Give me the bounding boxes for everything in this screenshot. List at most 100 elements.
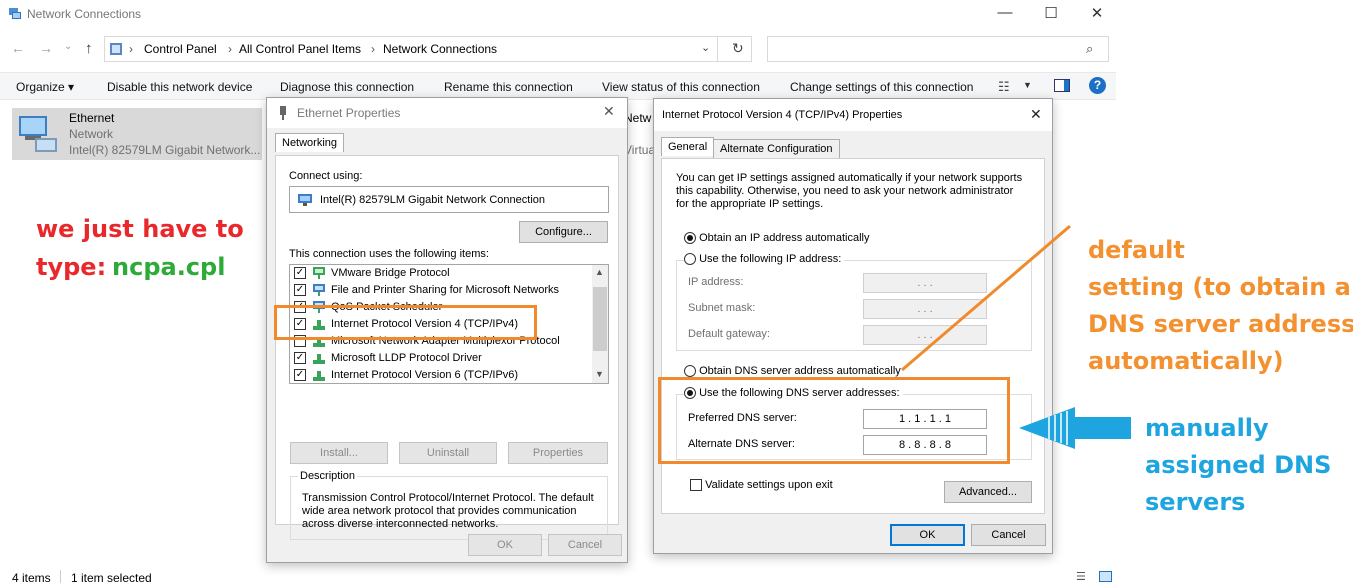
- change-view-icon[interactable]: ☷: [998, 79, 1010, 95]
- validate-settings-option[interactable]: Validate settings upon exit: [690, 479, 833, 492]
- status-selected: 1 item selected: [71, 571, 152, 583]
- view-dropdown-icon[interactable]: ▼: [1023, 80, 1032, 90]
- obtain-dns-auto-label: Obtain DNS server address automatically: [699, 365, 901, 377]
- help-icon[interactable]: ?: [1089, 77, 1106, 94]
- forward-arrow-icon[interactable]: →: [39, 40, 53, 56]
- disable-device-command[interactable]: Disable this network device: [107, 80, 252, 94]
- annotation-instruction-line1: we just have to: [36, 215, 244, 243]
- install-button[interactable]: Install...: [290, 442, 388, 464]
- adapter-name: Ethernet: [69, 111, 115, 125]
- radio-selected[interactable]: [684, 232, 696, 245]
- dialog-body: Networking Connect using: Intel(R) 82579…: [267, 128, 627, 562]
- breadcrumb-control-panel[interactable]: Control Panel: [144, 42, 217, 56]
- tab-general[interactable]: General: [661, 137, 715, 156]
- organize-menu[interactable]: Organize ▾: [16, 80, 74, 94]
- minimize-button[interactable]: —: [982, 4, 1028, 21]
- maximize-button[interactable]: ☐: [1028, 4, 1074, 22]
- up-arrow-icon[interactable]: ↑: [85, 40, 93, 57]
- description-text: Transmission Control Protocol/Internet P…: [302, 492, 594, 530]
- network-adapter-icon: [298, 194, 314, 206]
- ok-button[interactable]: OK: [468, 534, 542, 556]
- checkbox[interactable]: ✓: [294, 267, 306, 279]
- diagnose-command[interactable]: Diagnose this connection: [280, 80, 414, 94]
- annotation-instruction-line2: type:: [36, 253, 107, 281]
- ipv4-highlight-box: [274, 305, 537, 340]
- checkbox[interactable]: ✓: [294, 369, 306, 381]
- breadcrumb-separator-icon: ›: [129, 42, 133, 56]
- configure-button[interactable]: Configure...: [519, 221, 608, 243]
- command-bar: Organize ▾ Disable this network device D…: [0, 72, 1116, 100]
- connect-using-label: Connect using:: [289, 170, 363, 182]
- partial-adapter-device: Virtua: [624, 143, 656, 157]
- network-connections-icon: [8, 6, 22, 20]
- close-dialog-icon[interactable]: ✕: [603, 103, 615, 120]
- breadcrumb-all-items[interactable]: All Control Panel Items: [239, 42, 361, 56]
- status-item-count: 4 items: [12, 571, 51, 583]
- ethernet-adapter-tile[interactable]: Ethernet Network Intel(R) 82579LM Gigabi…: [12, 108, 262, 160]
- description-group: Description Transmission Control Protoco…: [290, 470, 608, 540]
- address-dropdown-chevron-icon[interactable]: ⌄: [701, 41, 710, 54]
- details-view-icon[interactable]: ☰: [1076, 570, 1086, 583]
- breadcrumb-separator-icon: ›: [228, 42, 232, 56]
- back-arrow-icon[interactable]: ←: [11, 40, 25, 56]
- recent-locations-chevron-icon[interactable]: ⌄: [64, 41, 72, 52]
- close-window-button[interactable]: ✕: [1074, 4, 1120, 22]
- breadcrumb-network-connections[interactable]: Network Connections: [383, 42, 497, 56]
- radio-unselected[interactable]: [684, 253, 696, 266]
- list-item[interactable]: ✓ Microsoft LLDP Protocol Driver: [290, 350, 590, 367]
- properties-button[interactable]: Properties: [508, 442, 608, 464]
- refresh-icon[interactable]: ↻: [732, 40, 744, 57]
- cancel-button[interactable]: Cancel: [971, 524, 1046, 546]
- partial-adapter-name: Netw: [624, 111, 652, 125]
- address-bar[interactable]: › Control Panel › All Control Panel Item…: [104, 36, 752, 62]
- dns-highlight-box: [658, 377, 1010, 464]
- list-scrollbar[interactable]: ▲ ▼: [592, 265, 608, 383]
- dialog-titlebar: Internet Protocol Version 4 (TCP/IPv4) P…: [654, 99, 1052, 131]
- subnet-mask-label: Subnet mask:: [688, 302, 756, 314]
- scroll-up-icon[interactable]: ▲: [595, 267, 604, 277]
- change-settings-command[interactable]: Change settings of this connection: [790, 80, 973, 94]
- radio-unselected[interactable]: [684, 365, 696, 378]
- dialog-title: Ethernet Properties: [297, 106, 401, 120]
- cancel-button[interactable]: Cancel: [548, 534, 622, 556]
- list-item[interactable]: ✓ VMware Bridge Protocol: [290, 265, 590, 282]
- default-gateway-label: Default gateway:: [688, 328, 770, 340]
- ok-button[interactable]: OK: [890, 524, 965, 546]
- close-dialog-icon[interactable]: ✕: [1030, 106, 1042, 123]
- orange-pointer-line: [901, 224, 1071, 372]
- annotation-manual-line1: manually: [1145, 414, 1269, 442]
- ethernet-icon: [278, 106, 288, 120]
- search-icon: ⌕: [1086, 41, 1094, 56]
- adapter-name: Intel(R) 82579LM Gigabit Network Connect…: [320, 194, 546, 206]
- intro-text: You can get IP settings assigned automat…: [676, 172, 1023, 210]
- view-status-command[interactable]: View status of this connection: [602, 80, 760, 94]
- dialog-title: Internet Protocol Version 4 (TCP/IPv4) P…: [662, 109, 903, 121]
- preview-pane-icon[interactable]: [1054, 79, 1070, 92]
- tab-networking[interactable]: Networking: [275, 133, 345, 152]
- rename-command[interactable]: Rename this connection: [444, 80, 573, 94]
- search-input[interactable]: ⌕: [767, 36, 1109, 62]
- tab-alternate-configuration[interactable]: Alternate Configuration: [713, 139, 840, 158]
- ip-address-label: IP address:: [688, 276, 744, 288]
- obtain-ip-auto-label: Obtain an IP address automatically: [699, 232, 870, 244]
- scroll-thumb[interactable]: [593, 287, 607, 351]
- validate-settings-label: Validate settings upon exit: [705, 479, 833, 491]
- adapter-field: Intel(R) 82579LM Gigabit Network Connect…: [289, 186, 609, 213]
- list-item-label: File and Printer Sharing for Microsoft N…: [331, 284, 560, 296]
- status-divider: [60, 570, 61, 583]
- obtain-ip-auto-option[interactable]: Obtain an IP address automatically: [684, 232, 870, 245]
- annotation-default-line2: setting (to obtain a: [1088, 273, 1351, 301]
- advanced-button[interactable]: Advanced...: [944, 481, 1032, 503]
- scroll-down-icon[interactable]: ▼: [595, 369, 604, 379]
- checkbox[interactable]: ✓: [294, 284, 306, 296]
- uninstall-button[interactable]: Uninstall: [399, 442, 497, 464]
- checkbox[interactable]: [690, 479, 702, 492]
- description-label: Description: [298, 470, 358, 482]
- checkbox[interactable]: ✓: [294, 352, 306, 364]
- list-item[interactable]: ✓ Internet Protocol Version 6 (TCP/IPv6): [290, 367, 590, 383]
- tiles-view-icon[interactable]: [1099, 571, 1112, 582]
- obtain-dns-auto-option[interactable]: Obtain DNS server address automatically: [684, 365, 901, 378]
- list-item-label: Microsoft LLDP Protocol Driver: [331, 352, 482, 364]
- use-following-ip-option[interactable]: Use the following IP address:: [684, 253, 845, 266]
- list-item[interactable]: ✓ File and Printer Sharing for Microsoft…: [290, 282, 590, 299]
